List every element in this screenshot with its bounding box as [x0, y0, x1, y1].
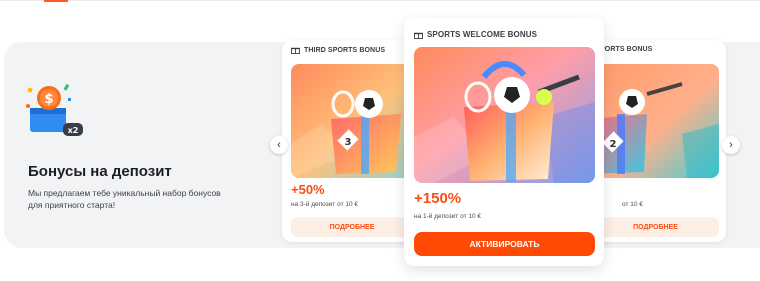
box-number: 3	[345, 137, 352, 148]
section-description: Мы предлагаем тебе уникальный набор бону…	[28, 188, 221, 210]
details-button[interactable]: ПОДРОБНЕЕ	[592, 217, 719, 237]
multiplier-badge: x2	[68, 126, 79, 135]
card-label: THIRD SPORTS BONUS	[291, 46, 385, 54]
deposit-condition: на 1-й депозит от 10 €	[414, 213, 481, 220]
bonus-card-welcome[interactable]: SPORTS WELCOME BONUS +150% на 1-й депози…	[404, 18, 604, 266]
chevron-right-icon: ›	[729, 139, 733, 151]
bonus-amount: +150%	[414, 190, 462, 207]
card-label: PORTS BONUS	[600, 46, 653, 53]
carousel-prev-button[interactable]: ‹	[270, 136, 288, 154]
details-button[interactable]: ПОДРОБНЕЕ	[291, 217, 413, 237]
svg-text:$: $	[44, 92, 53, 107]
card-label-text: THIRD SPORTS BONUS	[304, 46, 386, 54]
top-divider	[0, 0, 760, 1]
gift-icon	[291, 47, 300, 54]
bonus-image: 2	[592, 64, 719, 178]
carousel-next-button[interactable]: ›	[722, 136, 740, 154]
box-number: 2	[610, 139, 617, 150]
card-label-text: SPORTS WELCOME BONUS	[427, 30, 538, 39]
deposit-condition: от 10 €	[622, 201, 643, 208]
bonus-card-third[interactable]: THIRD SPORTS BONUS 3 +50% на 3-й депозит…	[282, 40, 424, 242]
bonus-amount: +50%	[291, 182, 325, 197]
active-tab-indicator	[44, 0, 68, 2]
section-title: Бонусы на депозит	[28, 163, 172, 180]
bonus-card-second[interactable]: PORTS BONUS 2 от 10 € ПОДРОБНЕЕ	[586, 40, 726, 242]
chevron-left-icon: ‹	[277, 139, 281, 151]
card-label: SPORTS WELCOME BONUS	[414, 30, 537, 39]
activate-button[interactable]: АКТИВИРОВАТЬ	[414, 232, 595, 256]
coin-deposit-icon: $ x2	[22, 78, 86, 142]
deposit-condition: на 3-й депозит от 10 €	[291, 201, 358, 208]
gift-icon	[414, 32, 423, 39]
bonus-image	[414, 47, 595, 183]
